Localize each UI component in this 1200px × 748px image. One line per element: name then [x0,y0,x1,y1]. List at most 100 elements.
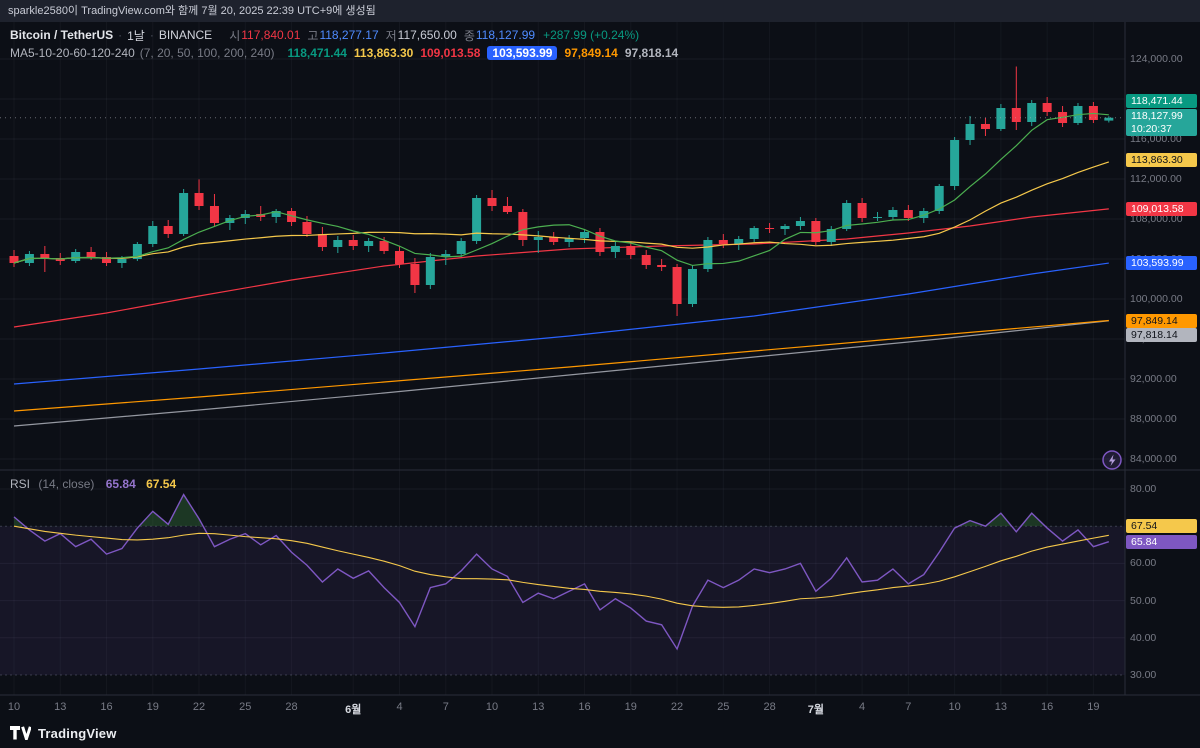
candle [873,217,882,218]
price-axis-label: 88,000.00 [1130,413,1177,425]
short-ma-lines-layer [14,113,1109,265]
candle [657,265,666,267]
axis-badge-ma200: 97,849.14 [1126,314,1197,328]
interval-label[interactable]: 1날 [127,27,145,44]
ohlc-label: 종 [464,27,475,44]
candle [410,264,419,285]
candle [302,222,311,234]
time-axis-label: 16 [578,701,590,713]
ma-value: 113,863.30 [354,46,413,60]
attribution-bar: sparkle2580이 TradingView.com와 함께 7월 20, … [0,0,1200,22]
candles-layer[interactable] [10,67,1114,317]
candle [179,193,188,234]
ma-value: 118,471.44 [288,46,347,60]
candle [1027,103,1036,122]
candle [626,246,635,255]
time-axis-label: 13 [532,701,544,713]
rsi-axis-label: 50.00 [1130,595,1156,607]
ma-indicator-label[interactable]: MA5-10-20-60-120-240 [10,46,135,60]
time-axis-label: 19 [625,701,637,713]
chart-canvas[interactable] [0,0,1200,748]
candle [996,108,1005,129]
candle [71,252,80,261]
rsi-smoothing-value: 67.54 [146,477,176,491]
attribution-text: sparkle2580이 TradingView.com와 함께 7월 20, … [8,5,376,17]
price-axis-label: 100,000.00 [1130,293,1183,305]
candle [580,232,589,238]
time-axis-label: 28 [285,701,297,713]
ohlc-values: 시117,840.01고118,277.17저117,650.00종118,12… [222,27,535,44]
candle [611,246,620,252]
price-axis-label: 112,000.00 [1130,173,1182,185]
axis-badge-ma5: 118,471.44 [1126,94,1197,108]
price-change: +287.99 (+0.24%) [543,28,639,42]
tradingview-chart-page: sparkle2580이 TradingView.com와 함께 7월 20, … [0,0,1200,748]
time-axis-label: 25 [717,701,729,713]
candle [164,226,173,234]
time-axis[interactable]: 101316192225286월47101316192225287월471013… [0,695,1125,718]
ma100-line [14,263,1109,384]
candle [380,241,389,251]
candle [858,203,867,218]
time-axis-label: 22 [193,701,205,713]
candle [349,240,358,246]
ohlc-value: 117,840.01 [241,28,300,42]
time-axis-label: 10 [8,701,20,713]
axis-badge-last-price: 118,127.9910:20:37 [1126,109,1197,136]
candle [750,228,759,239]
rsi-band-layer [0,526,1125,675]
candle [719,240,728,244]
rsi-axis-label: 60.00 [1130,557,1156,569]
candle [333,240,342,247]
candle [888,210,897,217]
long-ma-lines-layer [14,209,1109,426]
time-axis-label: 7월 [808,701,824,717]
time-axis-label: 10 [948,701,960,713]
symbol-title[interactable]: Bitcoin / TetherUS [10,28,113,42]
price-axis-label: 84,000.00 [1130,453,1177,465]
candle [642,255,651,265]
candle [534,237,543,240]
candle [148,226,157,244]
price-axis[interactable]: 124,000.00120,000.00116,000.00112,000.00… [1125,0,1200,748]
separator-dot: · [150,28,154,42]
candle [40,254,49,258]
ma-value: 103,593.99 [487,46,557,60]
ma-value: 97,849.14 [564,46,617,60]
candle [966,124,975,140]
ohlc-value: 117,650.00 [398,28,457,42]
ohlc-label: 저 [386,27,397,44]
axis-badge-ma240: 97,818.14 [1126,328,1197,342]
candle [488,198,497,206]
ohlc-value: 118,277.17 [319,28,378,42]
candle [765,228,774,229]
price-axis-label: 92,000.00 [1130,373,1177,385]
tradingview-logo-icon[interactable] [10,726,31,740]
candle [457,241,466,254]
time-axis-label: 19 [1087,701,1099,713]
rsi-indicator-label[interactable]: RSI [10,477,30,491]
boost-icon[interactable] [1103,451,1121,469]
exchange-label[interactable]: BINANCE [159,28,212,42]
time-axis-label: 7 [443,701,449,713]
time-axis-label: 7 [905,701,911,713]
ma-value: 97,818.14 [625,46,678,60]
ma-indicator-row: MA5-10-20-60-120-240 (7, 20, 50, 100, 20… [10,45,678,61]
axis-badge-rsi: 65.84 [1126,535,1197,549]
time-axis-label: 4 [859,701,865,713]
time-axis-label: 19 [147,701,159,713]
rsi-axis-label: 40.00 [1130,632,1156,644]
candle [472,198,481,241]
time-axis-label: 6월 [345,701,361,717]
tradingview-brand[interactable]: TradingView [38,726,117,741]
candle [688,269,697,304]
rsi-value: 65.84 [106,477,136,491]
ma-indicator-params: (7, 20, 50, 100, 200, 240) [140,46,275,60]
time-axis-label: 25 [239,701,251,713]
candle [1012,108,1021,122]
ma7-line [14,113,1109,265]
candle [1043,103,1052,112]
candle [395,251,404,264]
candle [950,140,959,186]
candle [981,124,990,129]
